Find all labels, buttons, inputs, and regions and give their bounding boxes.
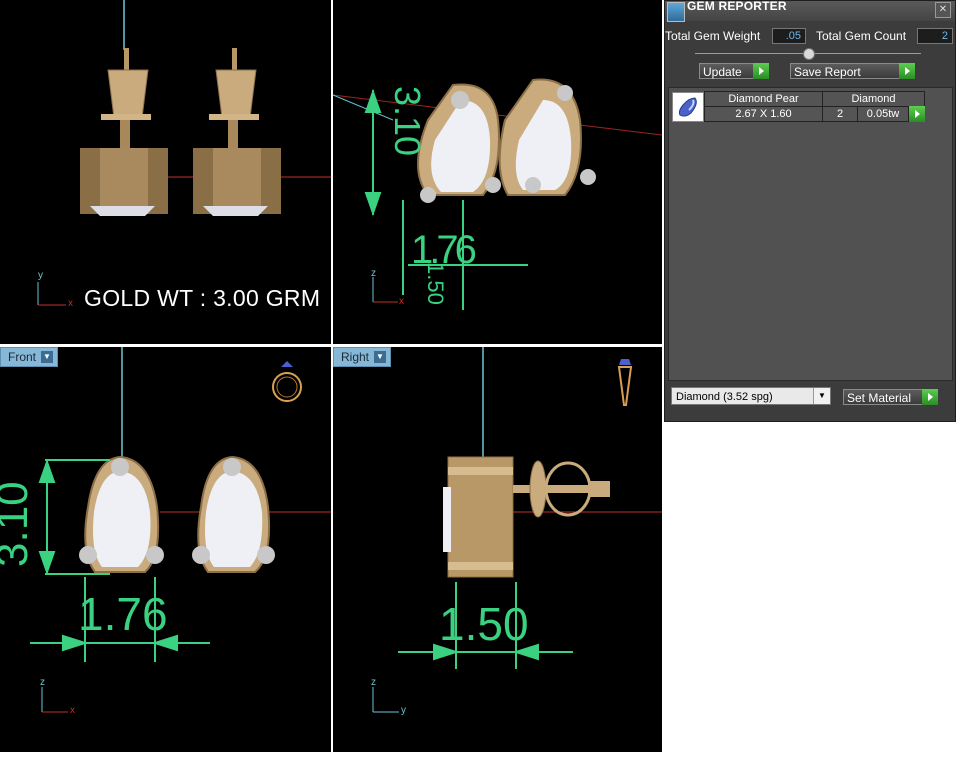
axis-z-label: z [40, 677, 45, 688]
viewport-perspective[interactable]: 3.10 1.76 1.50 z x [333, 0, 662, 344]
dimension-width-b: 1.50 [423, 262, 448, 305]
total-gem-weight-label: Total Gem Weight [665, 29, 761, 43]
gem-reporter-panel: GEM REPORTER ✕ Total Gem Weight .05 Tota… [664, 0, 956, 422]
gem-weight-cell: 0.05tw [857, 106, 909, 122]
axis-y-label: y [401, 705, 406, 716]
total-gem-count-field[interactable]: 2 [917, 28, 953, 44]
dimension-height: 3.10 [387, 86, 428, 157]
gem-size-cell: 2.67 X 1.60 [704, 106, 823, 122]
save-report-label: Save Report [794, 65, 861, 79]
app-logo-icon [667, 2, 685, 22]
earring-right-front [192, 455, 275, 573]
gold-weight-label: GOLD WT : 3.00 GRM [84, 285, 321, 311]
play-arrow-icon [909, 106, 925, 122]
set-material-button[interactable]: Set Material [843, 389, 938, 405]
ring-icon [272, 361, 302, 402]
dimension-height: 3.10 [0, 481, 37, 567]
play-arrow-icon [753, 63, 769, 79]
material-select-value: Diamond (3.52 spg) [676, 391, 773, 403]
earring-back-model [498, 78, 596, 196]
earring-front-model [417, 83, 501, 203]
total-gem-weight-field[interactable]: .05 [772, 28, 806, 44]
gem-type-header: Diamond [822, 91, 925, 107]
axis-y-label: y [38, 270, 43, 281]
save-report-button[interactable]: Save Report [790, 63, 915, 79]
viewport-right[interactable]: Right ▼ 1.50 z y [333, 347, 662, 752]
dimension-width: 1.76 [78, 588, 168, 640]
axis-x-label: x [70, 705, 75, 716]
axis-x-label: x [68, 298, 73, 309]
slider-handle[interactable] [803, 48, 815, 60]
close-icon[interactable]: ✕ [935, 2, 951, 18]
earring-left-front [79, 455, 164, 573]
gem-shape-header: Diamond Pear [704, 91, 823, 107]
panel-title: GEM REPORTER [687, 0, 787, 13]
earring-left-model [80, 48, 168, 216]
dimension-width: 1.50 [439, 598, 529, 650]
gem-count-cell: 2 [822, 106, 858, 122]
total-gem-count-label: Total Gem Count [816, 29, 907, 43]
earring-right-model [193, 48, 281, 216]
set-material-label: Set Material [847, 391, 912, 405]
earring-side-model [443, 456, 610, 578]
update-button[interactable]: Update [699, 63, 769, 79]
pendant-icon [617, 359, 633, 406]
axis-x-label: x [399, 296, 404, 307]
update-button-label: Update [703, 65, 742, 79]
gem-list[interactable]: Diamond Pear Diamond 2.67 X 1.60 2 0.05t… [668, 87, 953, 381]
play-arrow-icon [922, 389, 938, 405]
gem-row-go-button[interactable] [909, 106, 925, 122]
title-bar[interactable]: GEM REPORTER ✕ [665, 0, 955, 22]
axis-z-label: z [371, 268, 376, 279]
play-arrow-icon [899, 63, 915, 79]
gem-thumbnail[interactable] [672, 92, 704, 122]
axis-z-label: z [371, 677, 376, 688]
chevron-down-icon[interactable]: ▼ [813, 388, 830, 404]
viewport-top[interactable]: y x GOLD WT : 3.00 GRM [0, 0, 331, 344]
material-select[interactable]: Diamond (3.52 spg) ▼ [671, 387, 831, 405]
viewport-front[interactable]: Front ▼ 3.10 1.76 z x [0, 347, 331, 752]
